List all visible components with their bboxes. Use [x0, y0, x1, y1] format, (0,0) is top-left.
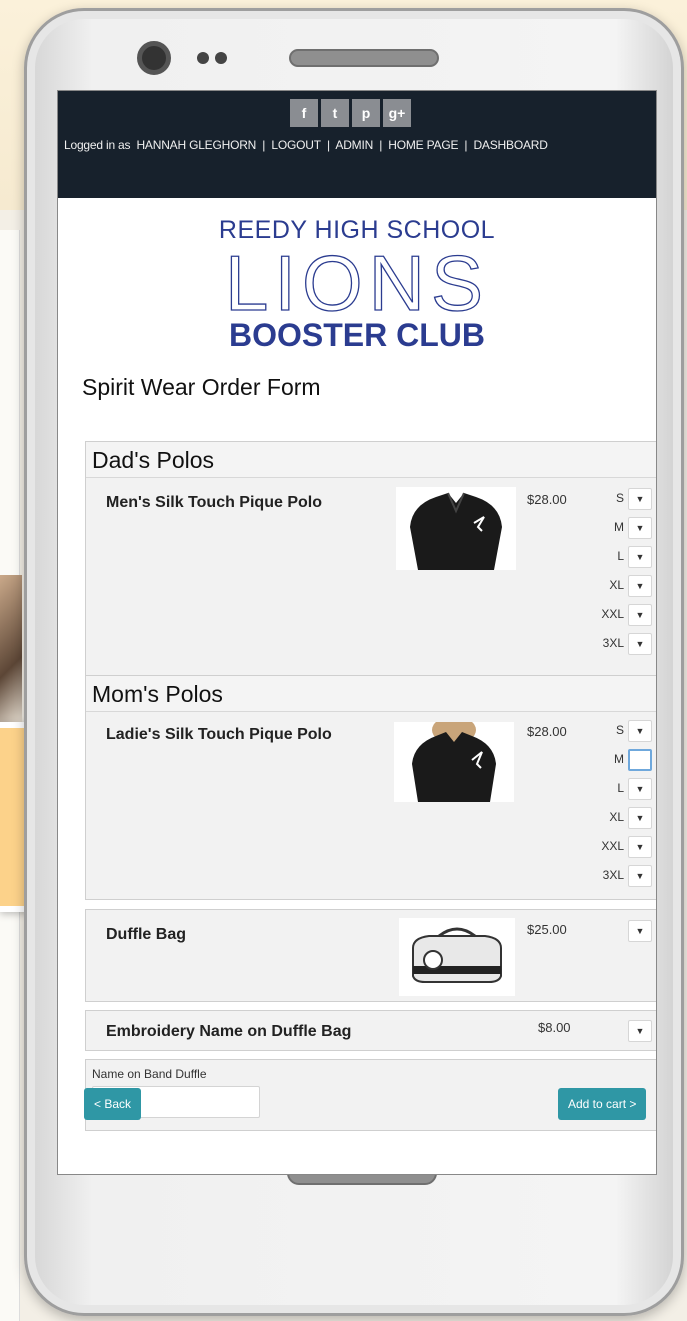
quantity-select-s[interactable]: ▼	[628, 488, 652, 510]
speaker-icon	[289, 49, 439, 67]
quantity-select-xxl[interactable]: ▼	[628, 604, 652, 626]
product-group-moms-polos: Mom's Polos Ladie's Silk Touch Pique Pol…	[85, 675, 656, 900]
google-plus-icon[interactable]: g+	[383, 99, 411, 127]
nav-separator: |	[464, 138, 468, 152]
name-field-label: Name on Band Duffle	[92, 1067, 207, 1081]
size-label: M	[614, 520, 624, 534]
size-label: XXL	[601, 607, 624, 621]
product-price: $25.00	[527, 922, 567, 937]
nav-separator: |	[379, 138, 383, 152]
back-button[interactable]: < Back	[84, 1088, 142, 1120]
camera-icon	[137, 41, 171, 75]
size-label: 3XL	[602, 636, 624, 650]
quantity-select-xl[interactable]: ▼	[628, 575, 652, 597]
quantity-select-l[interactable]: ▼	[628, 778, 652, 800]
group-title: Dad's Polos	[86, 442, 656, 478]
top-navbar: f t p g+ Logged in as HANNAH GLEGHORN | LOG…	[58, 91, 656, 198]
size-label: XXL	[601, 839, 624, 853]
user-nav: Logged in as HANNAH GLEGHORN | LOGOUT | …	[64, 137, 646, 153]
size-label: L	[617, 549, 624, 563]
product-name: Men's Silk Touch Pique Polo	[106, 494, 322, 511]
background-photo	[0, 575, 22, 725]
page-title: Spirit Wear Order Form	[82, 374, 321, 400]
logo-club-name: BOOSTER CLUB	[229, 317, 485, 353]
quantity-select-3xl[interactable]: ▼	[628, 633, 652, 655]
add-to-cart-button[interactable]: Add to cart >	[558, 1088, 647, 1120]
duffle-bag-icon	[412, 927, 502, 983]
product-name: Ladie's Silk Touch Pique Polo	[106, 726, 332, 743]
quantity-select-s[interactable]: ▼	[628, 720, 652, 742]
pinterest-icon[interactable]: p	[352, 99, 380, 127]
product-name: Embroidery Name on Duffle Bag	[106, 1023, 352, 1040]
dashboard-link[interactable]: DASHBOARD	[473, 138, 547, 152]
quantity-select-duffle[interactable]: ▼	[628, 920, 652, 942]
size-label: XL	[609, 578, 624, 592]
quantity-select-xl[interactable]: ▼	[628, 807, 652, 829]
size-label: S	[615, 723, 624, 737]
facebook-icon[interactable]: f	[290, 99, 318, 127]
product-image	[394, 716, 514, 802]
phone-screen: f t p g+ Logged in as HANNAH GLEGHORN | LOG…	[57, 90, 657, 1175]
product-price: $28.00	[527, 724, 567, 739]
size-label: S	[615, 491, 624, 505]
product-group-dads-polos: Dad's Polos Men's Silk Touch Pique Polo …	[85, 441, 656, 677]
quantity-select-m[interactable]	[628, 749, 652, 771]
logo-mascot: LIONS	[224, 239, 490, 327]
size-label: XL	[609, 810, 624, 824]
sensor-icon	[197, 51, 237, 65]
logged-in-label: Logged in as	[64, 138, 131, 152]
quantity-select-3xl[interactable]: ▼	[628, 865, 652, 887]
quantity-select-xxl[interactable]: ▼	[628, 836, 652, 858]
user-name-link[interactable]: HANNAH GLEGHORN	[136, 138, 256, 152]
product-image	[396, 487, 516, 570]
quantity-select-m[interactable]: ▼	[628, 517, 652, 539]
social-links: f t p g+	[290, 99, 414, 127]
product-price: $8.00	[538, 1020, 571, 1035]
quantity-select-l[interactable]: ▼	[628, 546, 652, 568]
size-label: L	[617, 781, 624, 795]
logout-link[interactable]: LOGOUT	[271, 138, 321, 152]
size-label: M	[614, 752, 624, 766]
product-group-embroidery: Embroidery Name on Duffle Bag $8.00 ▼	[85, 1010, 656, 1051]
product-name: Duffle Bag	[106, 926, 186, 943]
product-group-duffle: Duffle Bag $25.00 ▼	[85, 909, 656, 1002]
product-image	[399, 918, 515, 996]
product-price: $28.00	[527, 492, 567, 507]
twitter-icon[interactable]: t	[321, 99, 349, 127]
group-title: Mom's Polos	[86, 676, 656, 712]
nav-separator: |	[326, 138, 330, 152]
polo-shirt-icon	[410, 492, 502, 570]
home-page-link[interactable]: HOME PAGE	[388, 138, 458, 152]
quantity-select-embroidery[interactable]: ▼	[628, 1020, 652, 1042]
size-label: 3XL	[602, 868, 624, 882]
admin-link[interactable]: ADMIN	[335, 138, 373, 152]
polo-shirt-icon	[412, 716, 496, 802]
booster-club-logo: REEDY HIGH SCHOOL LIONS BOOSTER CLUB	[58, 198, 656, 354]
nav-separator: |	[262, 138, 266, 152]
